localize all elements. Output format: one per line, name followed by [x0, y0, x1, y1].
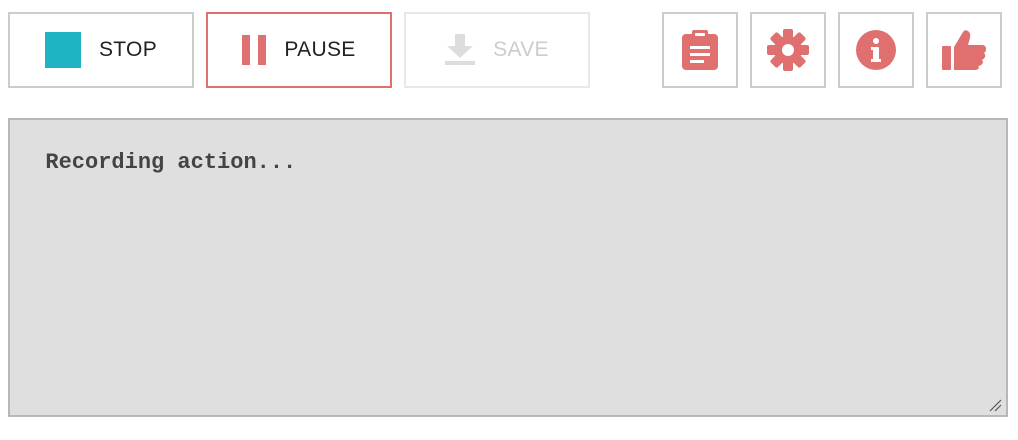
stop-button-label: STOP	[99, 38, 157, 61]
save-button-label: SAVE	[493, 38, 549, 61]
pause-button[interactable]: PAUSE	[206, 12, 392, 88]
pause-icon	[242, 35, 267, 65]
pause-button-label: PAUSE	[284, 38, 356, 61]
gear-icon	[767, 29, 809, 71]
info-icon	[856, 30, 896, 70]
clipboard-icon	[682, 30, 718, 70]
like-button[interactable]	[926, 12, 1002, 88]
clipboard-button[interactable]	[662, 12, 738, 88]
log-text: Recording action...	[45, 150, 297, 175]
log-textarea[interactable]: Recording action...	[8, 118, 1008, 417]
stop-button[interactable]: STOP	[8, 12, 194, 88]
info-button[interactable]	[838, 12, 914, 88]
download-icon	[445, 34, 476, 65]
save-button[interactable]: SAVE	[404, 12, 590, 88]
thumbs-up-icon	[942, 30, 986, 70]
toolbar: STOP PAUSE SAVE	[0, 0, 1018, 100]
stop-square-icon	[45, 32, 81, 68]
settings-button[interactable]	[750, 12, 826, 88]
resize-grip-icon[interactable]	[988, 398, 1002, 412]
